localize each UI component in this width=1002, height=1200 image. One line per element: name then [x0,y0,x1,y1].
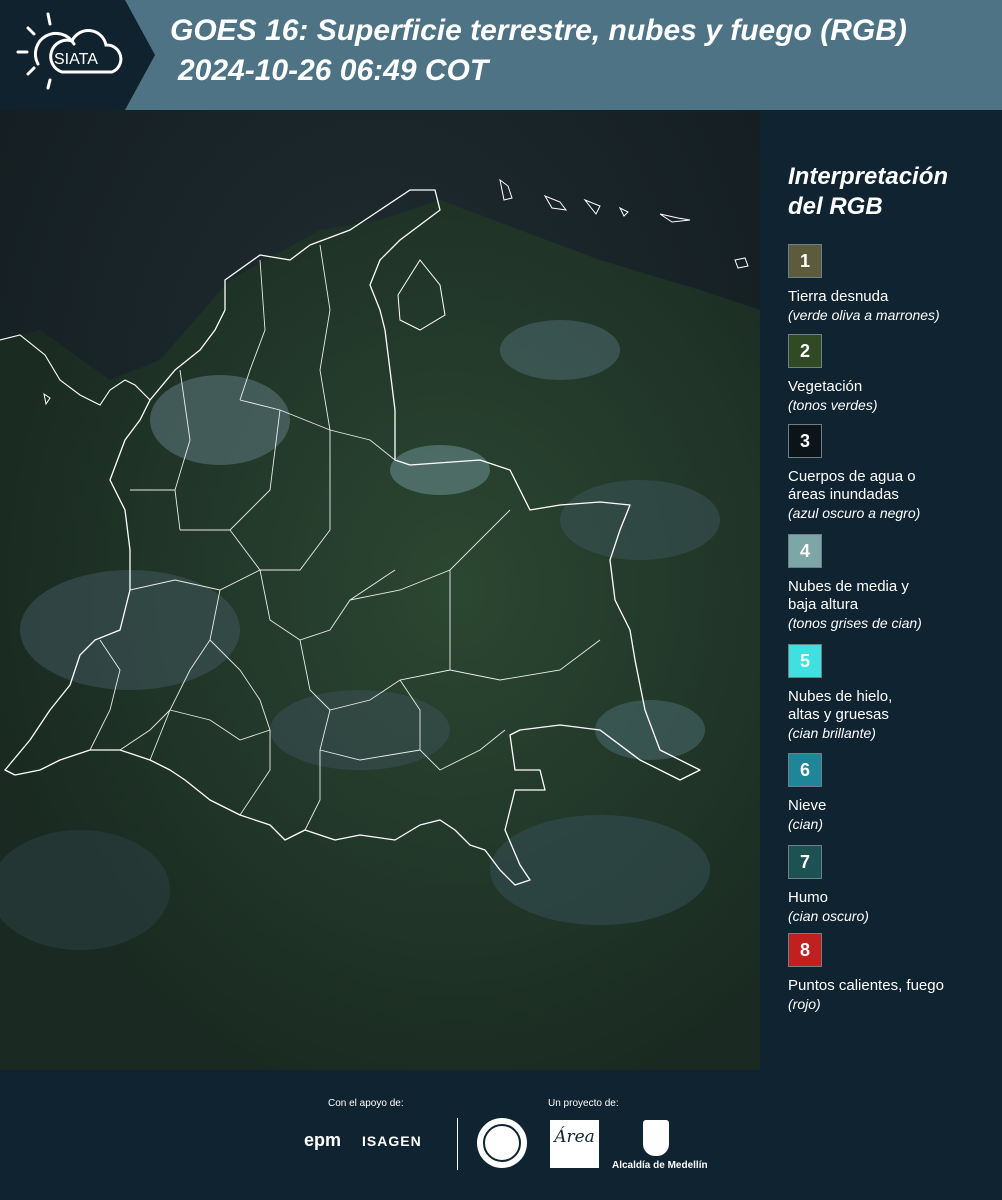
legend-note: (cian brillante) [788,725,876,741]
alcaldia-shield-icon [643,1120,669,1156]
legend-swatch: 8 [788,933,822,967]
page-title: GOES 16: Superficie terrestre, nubes y f… [170,14,907,47]
alcaldia-logo-text: Alcaldía de Medellín [612,1160,708,1171]
area-metropolitana-logo: Área [550,1120,599,1168]
legend-label: Cuerpos de agua o áreas inundadas [788,468,916,503]
footer-divider [457,1118,458,1170]
support-label: Con el apoyo de: [328,1098,404,1109]
legend-swatch: 7 [788,845,822,879]
siata-logo-text: SIATA [54,51,98,68]
map-svg [0,110,760,1070]
legend-label: Nieve [788,797,827,814]
legend-note: (cian) [788,816,824,832]
legend-panel: Interpretación del RGB 1 Tierra desnuda … [762,110,1002,1070]
legend-swatch: 4 [788,534,822,568]
legend-label: Vegetación [788,378,863,395]
legend-swatch: 5 [788,644,822,678]
legend-item-smoke: 7 Humo (cian oscuro) [788,845,998,925]
siata-logo: SIATA [0,0,155,110]
legend-label: Humo [788,889,829,906]
footer: Con el apoyo de: Un proyecto de: epm ISA… [0,1070,1002,1200]
legend-note: (rojo) [788,996,821,1012]
legend-swatch: 6 [788,753,822,787]
legend-note: (verde oliva a marrones) [788,307,940,323]
legend-swatch: 1 [788,244,822,278]
epm-logo: epm [304,1130,342,1150]
legend-note: (cian oscuro) [788,908,869,924]
legend-item-bare-soil: 1 Tierra desnuda (verde oliva a marrones… [788,244,998,324]
legend-label: Puntos calientes, fuego [788,977,944,994]
legend-item-ice-clouds: 5 Nubes de hielo, altas y gruesas (cian … [788,644,998,742]
legend-title: Interpretación del RGB [788,163,949,220]
legend-swatch: 2 [788,334,822,368]
university-seal-logo [477,1118,527,1168]
legend-item-snow: 6 Nieve (cian) [788,753,998,833]
legend-label: Nubes de hielo, altas y gruesas [788,688,893,723]
project-label: Un proyecto de: [548,1098,619,1109]
legend-note: (tonos verdes) [788,397,878,413]
legend-label: Tierra desnuda [788,288,889,305]
legend-item-fire: 8 Puntos calientes, fuego (rojo) [788,933,998,1013]
legend-item-water: 3 Cuerpos de agua o áreas inundadas (azu… [788,424,998,522]
legend-item-vegetation: 2 Vegetación (tonos verdes) [788,334,998,414]
legend-note: (azul oscuro a negro) [788,505,921,521]
legend-note: (tonos grises de cian) [788,615,922,631]
header-banner: SIATA GOES 16: Superficie terrestre, nub… [0,0,1002,110]
timestamp: 2024-10-26 06:49 COT [178,54,489,87]
legend-item-low-clouds: 4 Nubes de media y baja altura (tonos gr… [788,534,998,632]
legend-label: Nubes de media y baja altura [788,578,909,613]
isagen-logo: ISAGEN [362,1133,422,1149]
legend-swatch: 3 [788,424,822,458]
satellite-map [0,110,760,1070]
